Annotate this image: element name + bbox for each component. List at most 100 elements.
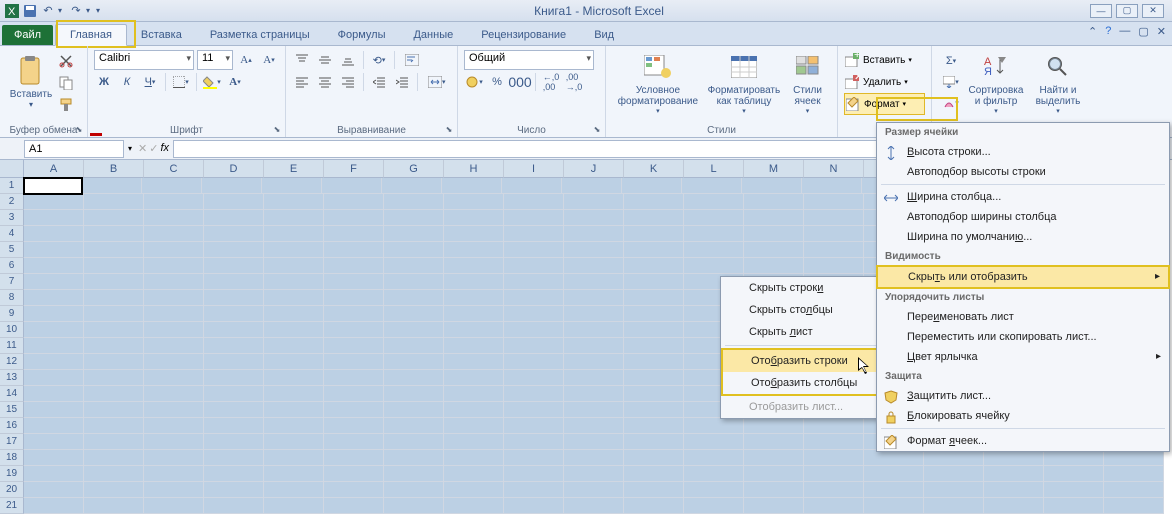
col-header[interactable]: N xyxy=(804,160,864,178)
align-left-button[interactable] xyxy=(292,72,312,92)
cell[interactable] xyxy=(444,418,504,434)
doc-close[interactable]: ✕ xyxy=(1157,25,1166,38)
cell[interactable] xyxy=(504,386,564,402)
col-header[interactable]: M xyxy=(744,160,804,178)
cell[interactable] xyxy=(624,242,684,258)
cell[interactable] xyxy=(24,498,84,514)
select-all-corner[interactable] xyxy=(0,160,24,178)
insert-cells-button[interactable]: Вставить xyxy=(863,55,905,66)
cell[interactable] xyxy=(204,242,264,258)
row-header[interactable]: 14 xyxy=(0,386,24,402)
cell[interactable] xyxy=(24,306,84,322)
cell[interactable] xyxy=(504,418,564,434)
cell[interactable] xyxy=(624,418,684,434)
cell[interactable] xyxy=(504,226,564,242)
cell[interactable] xyxy=(204,338,264,354)
row-header[interactable]: 8 xyxy=(0,290,24,306)
row-header[interactable]: 21 xyxy=(0,498,24,514)
cell[interactable] xyxy=(204,210,264,226)
cell[interactable] xyxy=(1104,498,1164,514)
fx-icon[interactable]: fx xyxy=(160,142,169,155)
cell[interactable] xyxy=(624,338,684,354)
cell[interactable] xyxy=(1104,482,1164,498)
cell[interactable] xyxy=(84,418,144,434)
cell[interactable] xyxy=(264,258,324,274)
cell[interactable] xyxy=(24,210,84,226)
row-header[interactable]: 2 xyxy=(0,194,24,210)
cell[interactable] xyxy=(204,498,264,514)
cell[interactable] xyxy=(624,274,684,290)
cell[interactable] xyxy=(264,466,324,482)
cell[interactable] xyxy=(624,210,684,226)
tab-formulas[interactable]: Формулы xyxy=(324,25,400,45)
cell[interactable] xyxy=(1104,450,1164,466)
col-header[interactable]: F xyxy=(324,160,384,178)
cell[interactable] xyxy=(264,210,324,226)
cell[interactable] xyxy=(624,194,684,210)
menu-hide-show[interactable]: Скрыть или отобразить xyxy=(876,265,1170,289)
cell[interactable] xyxy=(204,434,264,450)
cell[interactable] xyxy=(324,482,384,498)
cell[interactable] xyxy=(624,466,684,482)
cell[interactable] xyxy=(324,354,384,370)
cell[interactable] xyxy=(24,466,84,482)
cell[interactable] xyxy=(144,210,204,226)
cell[interactable] xyxy=(564,338,624,354)
cell[interactable] xyxy=(24,226,84,242)
cell[interactable] xyxy=(24,322,84,338)
cell[interactable] xyxy=(744,482,804,498)
cell[interactable] xyxy=(84,226,144,242)
cell[interactable] xyxy=(144,258,204,274)
cell[interactable] xyxy=(504,274,564,290)
cell[interactable] xyxy=(564,482,624,498)
cell[interactable] xyxy=(504,466,564,482)
cell[interactable] xyxy=(384,434,444,450)
cell[interactable] xyxy=(744,226,804,242)
cell[interactable] xyxy=(384,242,444,258)
menu-autofit-row[interactable]: Автоподбор высоты строки xyxy=(877,162,1169,182)
cell[interactable] xyxy=(564,290,624,306)
cell[interactable] xyxy=(84,434,144,450)
align-bottom-button[interactable] xyxy=(338,50,358,70)
cell[interactable] xyxy=(444,322,504,338)
cell[interactable] xyxy=(324,370,384,386)
cell[interactable] xyxy=(564,450,624,466)
cell[interactable] xyxy=(804,466,864,482)
cell[interactable] xyxy=(384,194,444,210)
tab-layout[interactable]: Разметка страницы xyxy=(196,25,324,45)
increase-decimal-button[interactable]: ←,0,00 xyxy=(541,72,561,92)
cell[interactable] xyxy=(384,370,444,386)
font-launcher[interactable]: ⬊ xyxy=(271,123,283,135)
cell[interactable] xyxy=(624,258,684,274)
cell[interactable] xyxy=(562,178,622,194)
cell[interactable] xyxy=(624,370,684,386)
cell[interactable] xyxy=(144,242,204,258)
cell[interactable] xyxy=(504,194,564,210)
cell[interactable] xyxy=(684,226,744,242)
decrease-indent-button[interactable] xyxy=(369,72,389,92)
copy-button[interactable] xyxy=(56,73,76,93)
doc-minimize[interactable]: — xyxy=(1119,25,1130,38)
cell[interactable] xyxy=(384,306,444,322)
cell[interactable] xyxy=(684,194,744,210)
cell[interactable] xyxy=(24,370,84,386)
cell[interactable] xyxy=(84,306,144,322)
cell[interactable] xyxy=(684,434,744,450)
cell[interactable] xyxy=(264,338,324,354)
cell[interactable] xyxy=(264,402,324,418)
cell[interactable] xyxy=(744,210,804,226)
cell[interactable] xyxy=(444,338,504,354)
submenu-show-cols[interactable]: Отобразить столбцы xyxy=(723,372,879,394)
paste-button[interactable]: Вставить ▾ xyxy=(6,49,56,115)
cell[interactable] xyxy=(444,386,504,402)
cell[interactable] xyxy=(324,194,384,210)
cell[interactable] xyxy=(1044,466,1104,482)
cell[interactable] xyxy=(564,306,624,322)
cell[interactable] xyxy=(84,498,144,514)
cell[interactable] xyxy=(204,194,264,210)
cell[interactable] xyxy=(444,274,504,290)
cell[interactable] xyxy=(84,258,144,274)
menu-autofit-col[interactable]: Автоподбор ширины столбца xyxy=(877,207,1169,227)
tab-review[interactable]: Рецензирование xyxy=(467,25,580,45)
cell[interactable] xyxy=(24,402,84,418)
